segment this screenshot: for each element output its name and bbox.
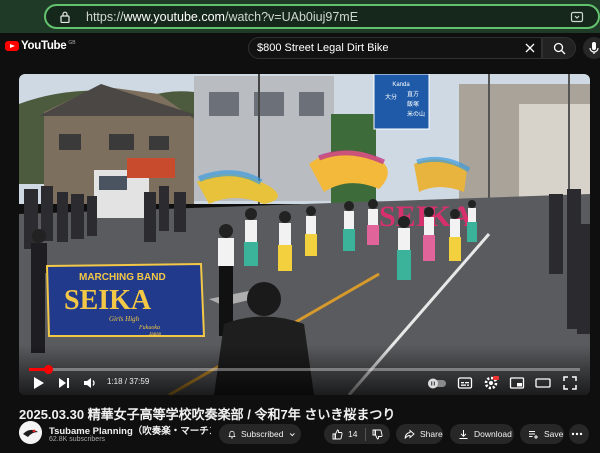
lock-icon[interactable]	[60, 11, 70, 23]
search-icon	[553, 42, 566, 55]
subtitles-icon[interactable]	[457, 375, 473, 391]
url-path: /watch?v=UAb0iuj97mE	[224, 10, 359, 24]
save-button[interactable]: Save	[520, 424, 564, 444]
like-button[interactable]: 14	[324, 424, 357, 444]
youtube-logo-icon	[5, 41, 19, 51]
subscriber-count: 62.8K subscribers	[49, 436, 106, 443]
url-scheme: https://	[86, 10, 124, 24]
fullscreen-icon[interactable]	[562, 375, 578, 391]
reader-view-icon[interactable]	[570, 10, 584, 24]
avatar[interactable]	[19, 421, 42, 444]
channel-name[interactable]: Tsubame Planning（吹奏楽・マーチン…	[49, 423, 211, 437]
sign-line-5: 米の山	[407, 110, 425, 118]
browser-toolbar: https://www.youtube.com/watch?v=UAb0iuj9…	[0, 0, 600, 33]
url-host: www.youtube.com	[123, 10, 225, 24]
download-label: Download	[474, 429, 512, 439]
theater-icon[interactable]	[535, 375, 551, 391]
download-button[interactable]: Download	[450, 424, 514, 444]
share-icon	[404, 429, 415, 439]
like-divider	[365, 427, 367, 441]
progress-bar[interactable]	[29, 365, 580, 374]
share-label: Share	[420, 429, 443, 439]
play-icon[interactable]	[30, 375, 46, 391]
logo-text: YouTube	[21, 40, 67, 52]
video-title: 2025.03.30 精華女子高等学校吹奏楽部 / 令和7年 さいき桜まつり	[19, 407, 396, 422]
mic-icon	[589, 42, 599, 54]
settings-icon[interactable]	[483, 375, 499, 391]
close-icon[interactable]	[524, 42, 536, 54]
save-icon	[529, 430, 538, 439]
country-code: GB	[68, 40, 76, 46]
sign-line-3: 直方	[407, 90, 419, 98]
more-actions-button[interactable]	[569, 424, 589, 444]
subscribed-label: Subscribed	[240, 429, 284, 439]
banner-line-5: Japan	[149, 331, 162, 336]
banner-line-2: SEIKA	[64, 285, 152, 316]
url-text[interactable]: https://www.youtube.com/watch?v=UAb0iuj9…	[86, 10, 358, 24]
youtube-masthead: YouTube GB $800 Street Legal Dirt Bike	[0, 33, 600, 63]
time-current: 1:18	[107, 377, 123, 386]
subscribed-button[interactable]: Subscribed	[219, 424, 301, 444]
like-count: 14	[348, 429, 358, 439]
save-label: Save	[544, 429, 564, 439]
sign-line-4: 飯塚	[407, 100, 419, 108]
like-icon	[332, 428, 343, 439]
bell-icon	[228, 430, 236, 438]
channel-avatar-icon	[19, 421, 42, 444]
download-icon	[459, 429, 468, 439]
sign-line-1: Kanda	[392, 82, 410, 88]
youtube-logo[interactable]: YouTube GB	[5, 40, 76, 52]
banner-line-1: MARCHING BAND	[79, 272, 166, 283]
sign-line-2: 大分	[385, 93, 397, 101]
search-box[interactable]: $800 Street Legal Dirt Bike	[248, 37, 542, 59]
like-dislike-group: 14	[324, 424, 390, 444]
video-player[interactable]: Kanda 大分 直方 飯塚 米の山 SEIKA MARCHING BAND S…	[19, 74, 590, 395]
voice-search-button[interactable]	[583, 37, 600, 59]
time-total: 37:59	[129, 377, 150, 386]
search-button[interactable]	[542, 37, 576, 59]
volume-icon[interactable]	[82, 375, 98, 391]
address-bar[interactable]: https://www.youtube.com/watch?v=UAb0iuj9…	[44, 4, 600, 29]
chevron-down-icon	[290, 432, 296, 436]
banner-line-3: Girls High	[109, 315, 140, 323]
time-display: 1:18 / 37:59	[107, 377, 149, 386]
scrubber-handle[interactable]	[43, 365, 53, 374]
miniplayer-icon[interactable]	[509, 375, 525, 391]
more-icon	[571, 432, 582, 436]
autoplay-toggle-icon[interactable]	[427, 375, 447, 391]
next-icon[interactable]	[57, 375, 71, 391]
search-input[interactable]: $800 Street Legal Dirt Bike	[257, 42, 388, 54]
share-button[interactable]: Share	[396, 424, 443, 444]
dislike-icon[interactable]	[372, 429, 383, 440]
